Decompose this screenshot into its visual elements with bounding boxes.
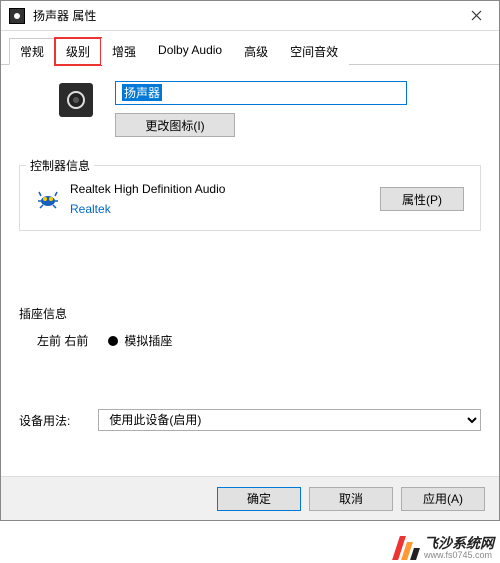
watermark-url: www.fs0745.com xyxy=(424,551,494,561)
tab-advanced[interactable]: 高级 xyxy=(233,38,279,65)
jack-group-label: 插座信息 xyxy=(19,305,481,322)
controller-group: 控制器信息 Realtek High Definition Audio Real… xyxy=(19,165,481,231)
speaker-large-icon xyxy=(59,83,93,117)
tab-dolby[interactable]: Dolby Audio xyxy=(147,38,233,65)
ok-button[interactable]: 确定 xyxy=(217,487,301,511)
speaker-title-icon xyxy=(9,8,25,24)
tab-spatial[interactable]: 空间音效 xyxy=(279,38,349,65)
tab-enhance[interactable]: 增强 xyxy=(101,38,147,65)
tab-strip: 常规 级别 增强 Dolby Audio 高级 空间音效 xyxy=(1,31,499,65)
tab-levels[interactable]: 级别 xyxy=(55,38,101,65)
usage-row: 设备用法: 使用此设备(启用) xyxy=(19,409,481,431)
controller-name: Realtek High Definition Audio xyxy=(70,182,370,196)
window-title: 扬声器 属性 xyxy=(33,7,453,24)
watermark-text: 飞沙系统网 xyxy=(424,535,494,551)
controller-group-label: 控制器信息 xyxy=(26,157,94,174)
usage-select[interactable]: 使用此设备(启用) xyxy=(98,409,481,431)
dialog-footer: 确定 取消 应用(A) xyxy=(1,476,499,520)
jack-section: 插座信息 左前 右前 模拟插座 xyxy=(19,305,481,361)
apply-button[interactable]: 应用(A) xyxy=(401,487,485,511)
tab-general[interactable]: 常规 xyxy=(9,38,55,65)
device-name-input[interactable]: 扬声器 xyxy=(115,81,407,105)
cancel-button[interactable]: 取消 xyxy=(309,487,393,511)
tab-body: 扬声器 更改图标(I) 控制器信息 Realtek High Definitio… xyxy=(1,65,499,476)
jack-type: 模拟插座 xyxy=(124,332,172,349)
realtek-crab-icon xyxy=(36,187,60,211)
watermark-logo-icon xyxy=(396,536,418,560)
close-button[interactable] xyxy=(453,1,499,31)
usage-label: 设备用法: xyxy=(19,412,70,429)
watermark: 飞沙系统网 www.fs0745.com xyxy=(396,536,494,561)
controller-properties-button[interactable]: 属性(P) xyxy=(380,187,464,211)
change-icon-button[interactable]: 更改图标(I) xyxy=(115,113,235,137)
controller-vendor: Realtek xyxy=(70,202,370,216)
device-name-value: 扬声器 xyxy=(122,84,162,101)
title-bar: 扬声器 属性 xyxy=(1,1,499,31)
jack-dot-icon xyxy=(108,336,118,346)
jack-position: 左前 右前 xyxy=(37,332,88,349)
properties-dialog: 扬声器 属性 常规 级别 增强 Dolby Audio 高级 空间音效 扬声器 … xyxy=(0,0,500,521)
